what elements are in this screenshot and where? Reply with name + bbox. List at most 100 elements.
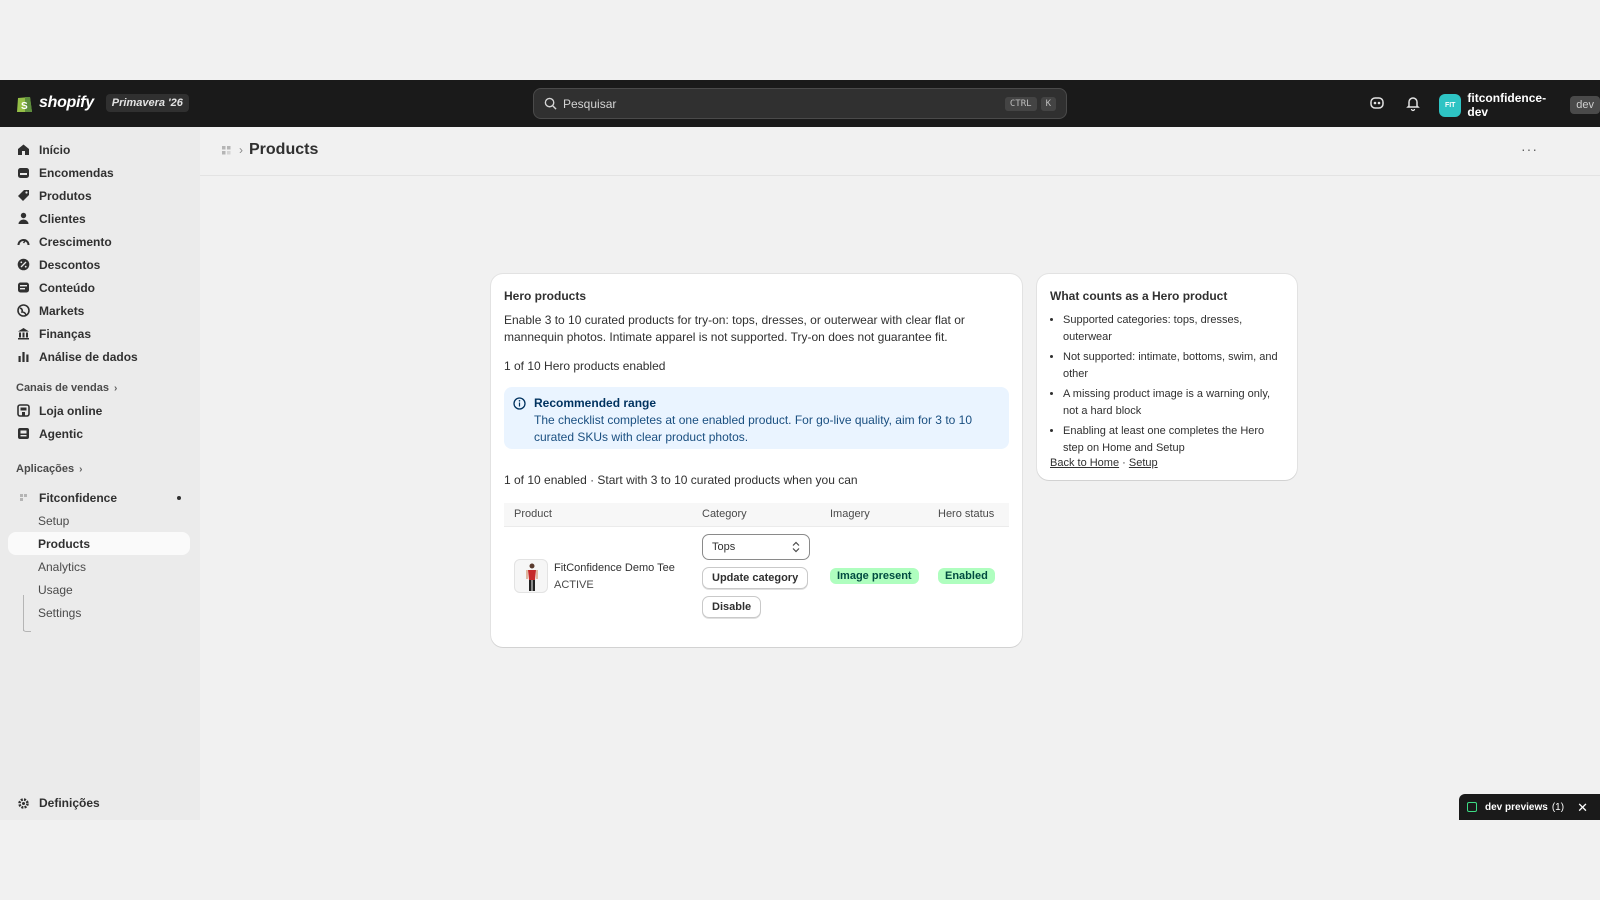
sidebar-item-label: Products xyxy=(38,536,91,551)
sidebar-item-encomendas[interactable]: Encomendas xyxy=(0,161,200,184)
app-window: S shopify Primavera '26 Pesquisar CTRL K xyxy=(0,80,1600,820)
person-icon xyxy=(18,212,29,224)
chevron-right-icon: › xyxy=(79,463,83,475)
content-icon xyxy=(18,282,29,293)
sidebar-item-label: Settings xyxy=(38,605,82,620)
sidebar-item-label: Descontos xyxy=(39,257,101,272)
sidebar-item-label: Crescimento xyxy=(39,234,112,249)
product-cell: FitConfidence Demo Tee ACTIVE xyxy=(504,526,692,626)
card-title: What counts as a Hero product xyxy=(1050,289,1228,303)
home-icon xyxy=(18,144,29,155)
category-select[interactable]: Tops xyxy=(702,534,810,561)
sidebar-item-clientes[interactable]: Clientes xyxy=(0,207,200,230)
search-input[interactable]: Pesquisar CTRL K xyxy=(533,88,1067,119)
store-avatar: FIT xyxy=(1439,93,1462,117)
globe-icon xyxy=(17,304,30,317)
sidebar-subitem-products[interactable]: Products xyxy=(8,532,190,555)
enabled-summary: 1 of 10 enabled · Start with 3 to 10 cur… xyxy=(504,473,858,487)
bell-icon[interactable] xyxy=(1404,94,1422,112)
category-selected-value: Tops xyxy=(712,541,736,554)
sidebar-item-financas[interactable]: Finanças xyxy=(0,322,200,345)
top-bar: S shopify Primavera '26 Pesquisar CTRL K xyxy=(0,80,1600,127)
growth-icon xyxy=(17,239,30,246)
sidebar-item-descontos[interactable]: Descontos xyxy=(0,253,200,276)
sidebar-item-label: Usage xyxy=(38,582,73,597)
hero-status-cell: Enabled xyxy=(928,526,1009,626)
tree-connector-elbow xyxy=(23,620,31,632)
main-content: › Products ··· Hero products Enable 3 to… xyxy=(200,127,1600,820)
column-header: Hero status xyxy=(928,503,1009,527)
sidebar-subitem-analytics[interactable]: Analytics xyxy=(0,555,200,578)
apps-header[interactable]: Aplicações › xyxy=(0,458,200,480)
update-category-button[interactable]: Update category xyxy=(702,567,809,590)
sidebar-item-label: Analytics xyxy=(38,559,87,574)
sidebar-item-label: Encomendas xyxy=(39,165,114,180)
sidebar-item-label: Markets xyxy=(39,303,85,318)
list-item: Enabling at least one completes the Hero… xyxy=(1063,423,1284,457)
disable-button[interactable]: Disable xyxy=(702,596,762,619)
hero-count: 1 of 10 Hero products enabled xyxy=(504,359,666,373)
sidebar-item-analise[interactable]: Análise de dados xyxy=(0,345,200,368)
sidebar-subitem-setup[interactable]: Setup xyxy=(0,509,200,532)
app-icon[interactable] xyxy=(220,144,233,157)
link-separator: · xyxy=(1122,457,1126,469)
preview-icon xyxy=(1467,802,1477,812)
app-icon xyxy=(20,494,27,501)
orders-icon xyxy=(18,168,29,178)
product-info[interactable]: FitConfidence Demo Tee ACTIVE xyxy=(514,559,692,594)
edition-badge[interactable]: Primavera '26 xyxy=(105,94,189,112)
setup-link[interactable]: Setup xyxy=(1129,457,1158,469)
shortcut-ctrl: CTRL xyxy=(1004,96,1037,111)
product-name: FitConfidence Demo Tee xyxy=(554,561,675,574)
breadcrumb: › Products xyxy=(220,141,318,159)
shopify-bag-icon: S xyxy=(17,97,32,112)
search-icon xyxy=(544,97,557,110)
product-thumbnail xyxy=(514,559,548,594)
sidebar-item-label: Loja online xyxy=(39,403,103,418)
sidebar-item-produtos[interactable]: Produtos xyxy=(0,184,200,207)
toast-count: (1) xyxy=(1551,801,1565,813)
store-menu[interactable]: FIT fitconfidence-dev dev xyxy=(1439,91,1600,119)
shopify-logo[interactable]: S shopify Primavera '26 xyxy=(16,93,189,113)
sidebar-item-crescimento[interactable]: Crescimento xyxy=(0,230,200,253)
category-cell: Tops Update category Disable xyxy=(692,526,820,626)
criteria-list: Supported categories: tops, dresses, out… xyxy=(1050,312,1284,457)
hero-status-badge: Enabled xyxy=(938,568,995,585)
list-item: Supported categories: tops, dresses, out… xyxy=(1063,312,1284,346)
sidekick-icon[interactable] xyxy=(1368,94,1386,112)
sidebar-item-agentic[interactable]: Agentic xyxy=(0,422,200,445)
sidebar-item-markets[interactable]: Markets xyxy=(0,299,200,322)
sidebar-item-inicio[interactable]: Início xyxy=(0,138,200,161)
store-name: fitconfidence-dev xyxy=(1467,91,1547,119)
close-icon[interactable]: ✕ xyxy=(1577,800,1588,816)
shortcut-k: K xyxy=(1040,96,1056,111)
page-title: Products xyxy=(249,141,319,158)
more-actions-icon[interactable]: ··· xyxy=(1521,141,1538,157)
list-item: A missing product image is a warning onl… xyxy=(1063,386,1284,420)
sidebar-item-label: Agentic xyxy=(39,426,84,441)
header-divider xyxy=(200,175,1600,176)
sidebar-item-label: Setup xyxy=(38,513,70,528)
back-to-home-link[interactable]: Back to Home xyxy=(1050,457,1119,469)
search-placeholder: Pesquisar xyxy=(563,96,617,111)
list-item: Not supported: intimate, bottoms, swim, … xyxy=(1063,349,1284,383)
column-header: Product xyxy=(504,503,692,527)
imagery-badge: Image present xyxy=(830,568,919,585)
info-icon xyxy=(513,397,526,410)
banner-title: Recommended range xyxy=(534,396,657,410)
product-figure-icon xyxy=(526,563,538,592)
sidebar-item-label: Produtos xyxy=(39,188,92,203)
column-header: Imagery xyxy=(820,503,928,527)
sidebar-subitem-usage[interactable]: Usage xyxy=(0,578,200,601)
sidebar-app-fitconfidence[interactable]: Fitconfidence xyxy=(0,486,200,509)
sidebar-item-loja-online[interactable]: Loja online xyxy=(0,399,200,422)
chevron-right-icon: › xyxy=(239,143,243,157)
sidebar-item-label: Clientes xyxy=(39,211,86,226)
sidebar-item-conteudo[interactable]: Conteúdo xyxy=(0,276,200,299)
dev-previews-toast[interactable]: dev previews (1) ✕ xyxy=(1459,794,1600,820)
sidebar-item-definicoes[interactable]: Definições xyxy=(17,796,100,810)
sales-channels-header[interactable]: Canais de vendas › xyxy=(0,377,200,399)
sidebar-item-label: Início xyxy=(39,142,71,157)
pin-dot-icon[interactable] xyxy=(177,496,181,500)
table-header-row: Product Category Imagery Hero status xyxy=(504,503,1009,527)
